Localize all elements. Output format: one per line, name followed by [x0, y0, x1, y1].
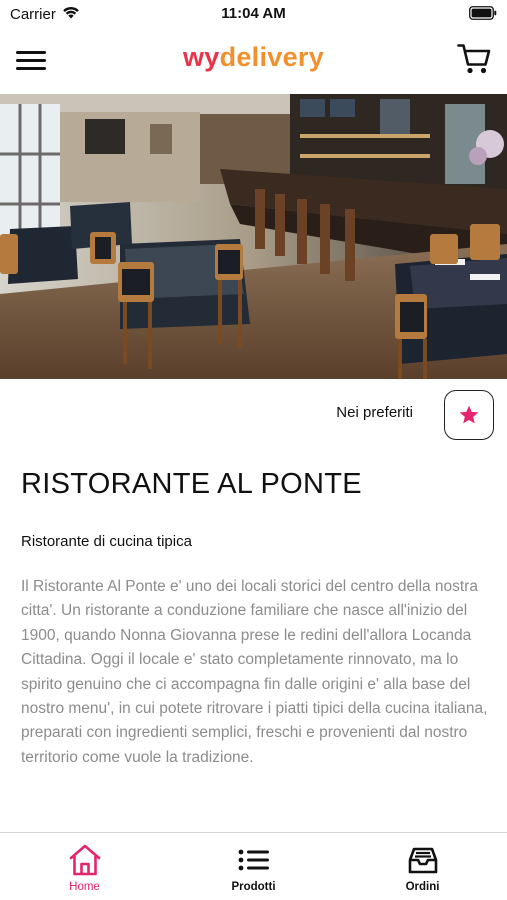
- tab-ordini-label: Ordini: [405, 881, 440, 893]
- home-icon: [69, 844, 100, 876]
- tab-prodotti[interactable]: Prodotti: [169, 833, 338, 900]
- battery-icon: [469, 6, 497, 20]
- favorite-button[interactable]: [444, 390, 494, 440]
- brand-logo: wydelivery: [0, 42, 507, 73]
- favorite-label: Nei preferiti: [336, 404, 413, 421]
- status-bar: Carrier 11:04 AM: [0, 0, 507, 28]
- tab-home-label: Home: [69, 881, 100, 893]
- restaurant-name: RISTORANTE AL PONTE: [21, 468, 362, 500]
- star-icon: [459, 405, 479, 424]
- favorite-row: Nei preferiti: [0, 380, 507, 444]
- tab-home[interactable]: Home: [0, 833, 169, 900]
- app-header: wydelivery: [0, 28, 507, 94]
- brand-part-1: wy: [182, 42, 220, 72]
- restaurant-description: Il Ristorante Al Ponte e' uno dei locali…: [21, 578, 488, 766]
- cart-icon[interactable]: [457, 42, 491, 76]
- status-time: 11:04 AM: [221, 5, 286, 22]
- tab-bar: Home Prodotti Ordini: [0, 832, 507, 900]
- brand-part-2: delivery: [219, 42, 325, 72]
- inbox-icon: [408, 847, 437, 874]
- restaurant-photo: [0, 94, 507, 379]
- tab-ordini[interactable]: Ordini: [338, 833, 507, 900]
- tab-prodotti-label: Prodotti: [231, 881, 276, 893]
- restaurant-subtitle: Ristorante di cucina tipica: [21, 533, 192, 550]
- list-icon: [238, 849, 269, 871]
